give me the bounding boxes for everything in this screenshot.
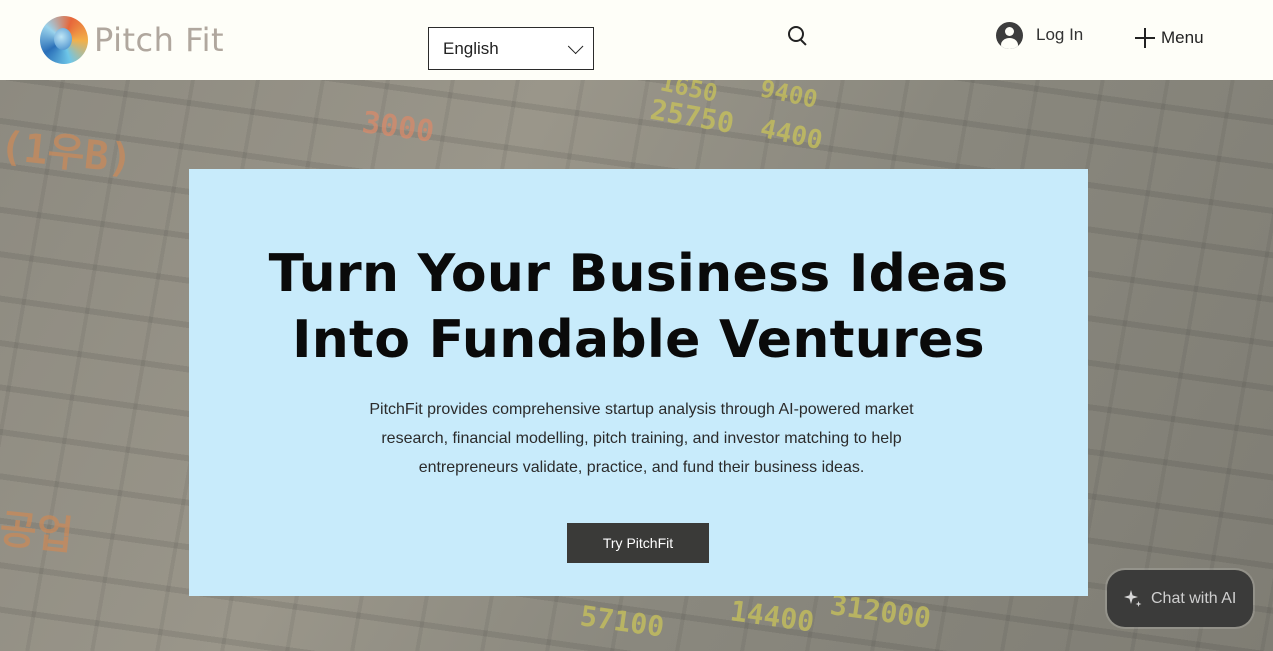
logo-mark-icon	[40, 16, 88, 64]
logo-text: Pitch Fit	[94, 21, 225, 59]
language-selected-value: English	[443, 38, 499, 58]
sparkle-icon	[1124, 589, 1142, 607]
language-select[interactable]: English	[428, 27, 594, 70]
headline-line-2: Into Fundable Ventures	[292, 310, 985, 370]
menu-label: Menu	[1161, 28, 1204, 47]
board-figure: 3000	[359, 105, 437, 150]
hero-card: Turn Your Business Ideas Into Fundable V…	[189, 169, 1088, 596]
search-icon[interactable]	[787, 25, 809, 47]
chevron-down-icon	[567, 38, 584, 55]
logo[interactable]: Pitch Fit	[40, 14, 225, 66]
headline-line-1: Turn Your Business Ideas	[268, 244, 1009, 304]
plus-icon	[1135, 28, 1155, 48]
user-avatar-icon	[996, 21, 1023, 49]
board-figure: 9400	[757, 80, 821, 114]
chat-label: Chat with AI	[1151, 589, 1237, 607]
hero-description: PitchFit provides comprehensive startup …	[369, 401, 914, 476]
hero-headline: Turn Your Business Ideas Into Fundable V…	[189, 241, 1088, 373]
menu-button[interactable]: Menu	[1135, 26, 1204, 50]
login-button[interactable]: Log In	[996, 21, 1083, 49]
login-label: Log In	[1036, 25, 1084, 44]
board-figure: (1우B)	[0, 123, 135, 183]
board-figure: 14400	[728, 594, 817, 639]
try-pitchfit-button[interactable]: Try PitchFit	[567, 523, 709, 563]
board-figure: 4400	[757, 113, 826, 157]
chat-with-ai-button[interactable]: Chat with AI	[1107, 570, 1253, 627]
board-figure: 공업	[0, 506, 76, 560]
board-figure: 57100	[578, 599, 667, 644]
site-header: Pitch Fit English Log In Menu	[0, 0, 1273, 80]
